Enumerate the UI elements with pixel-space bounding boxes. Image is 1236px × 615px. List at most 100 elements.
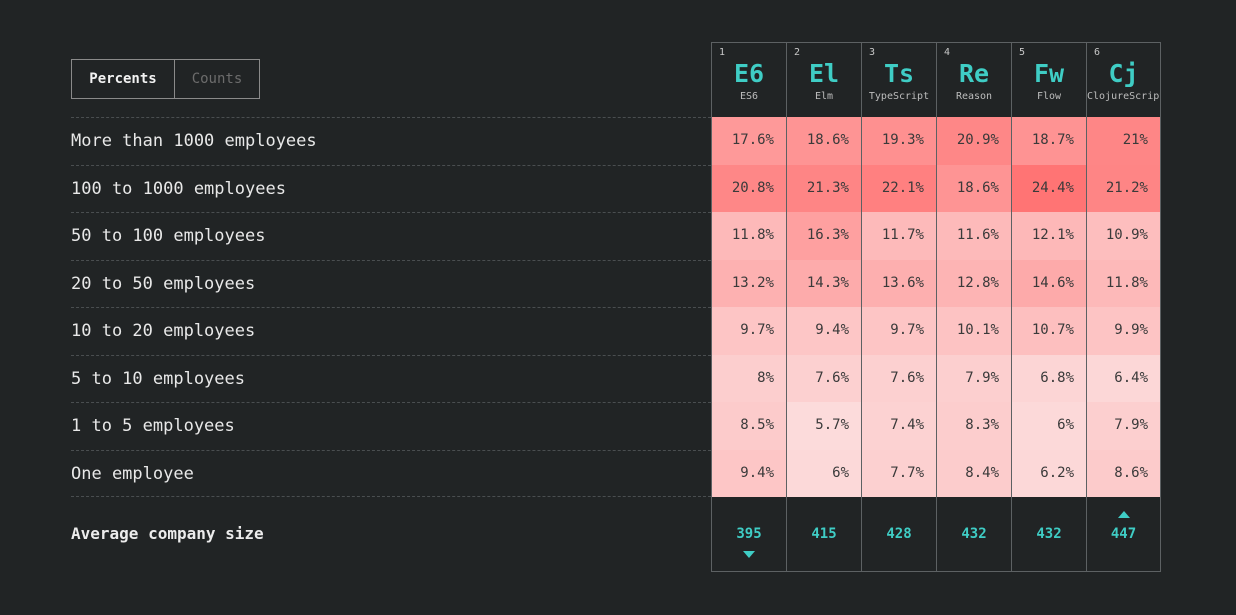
column-es6[interactable]: 1 E6 ES6 17.6% 20.8% 11.8% 13.2% 9.7% 8% 8.5% 9.4%… (711, 42, 786, 572)
heatmap-cell: 6% (787, 449, 861, 497)
average-company-size-label: Average company size (71, 524, 264, 543)
heatmap-cell: 17.6% (712, 117, 786, 165)
column-header[interactable]: 1 E6 ES6 (712, 42, 786, 117)
column-header[interactable]: 3 Ts TypeScript (862, 42, 936, 117)
average-value: 395 (736, 526, 762, 542)
heatmap-cell: 6% (1012, 402, 1086, 450)
heatmap-cell: 11.7% (862, 212, 936, 260)
average-cell: 395 (712, 497, 786, 572)
row-label: 50 to 100 employees (71, 212, 711, 260)
average-cell: 432 (937, 497, 1011, 572)
column-header[interactable]: 5 Fw Flow (1012, 42, 1086, 117)
heatmap-cell: 7.9% (1087, 402, 1160, 450)
column-rank: 2 (794, 47, 801, 58)
column-rank: 6 (1094, 47, 1101, 58)
heatmap-cell: 19.3% (862, 117, 936, 165)
average-cell: 447 (1087, 497, 1160, 572)
average-cell: 428 (862, 497, 936, 572)
column-rank: 4 (944, 47, 951, 58)
heatmap-cell: 7.6% (862, 354, 936, 402)
heatmap-cell: 12.1% (1012, 212, 1086, 260)
heatmap-cell: 8.6% (1087, 449, 1160, 497)
average-value: 432 (1036, 526, 1062, 542)
row-label: More than 1000 employees (71, 117, 711, 165)
column-rank: 1 (719, 47, 726, 58)
heatmap-cell: 18.6% (787, 117, 861, 165)
row-label: 20 to 50 employees (71, 259, 711, 308)
column-header[interactable]: 4 Re Reason (937, 42, 1011, 117)
heatmap-cell: 5.7% (787, 402, 861, 450)
heatmap-cell: 9.4% (712, 449, 786, 497)
heatmap-cell: 9.4% (787, 307, 861, 355)
row-label: 1 to 5 employees (71, 402, 711, 450)
view-toggle: Percents Counts (71, 59, 260, 99)
row-label: One employee (71, 449, 711, 497)
heatmap-cell: 8.5% (712, 402, 786, 450)
column-reason[interactable]: 4 Re Reason 20.9% 18.6% 11.6% 12.8% 10.1% 7.9% 8.… (936, 42, 1011, 572)
column-abbreviation: Cj (1108, 59, 1139, 88)
heatmap-cell: 8.4% (937, 449, 1011, 497)
row-label: 5 to 10 employees (71, 354, 711, 403)
heatmap-cell: 14.6% (1012, 259, 1086, 307)
average-cell: 432 (1012, 497, 1086, 572)
average-value: 432 (961, 526, 987, 542)
heatmap-cell: 13.2% (712, 259, 786, 307)
heatmap-cell: 10.9% (1087, 212, 1160, 260)
heatmap-cell: 9.7% (712, 307, 786, 355)
column-elm[interactable]: 2 El Elm 18.6% 21.3% 16.3% 14.3% 9.4% 7.6% 5.7% 6%… (786, 42, 861, 572)
average-value: 428 (886, 526, 912, 542)
heatmap-cell: 22.1% (862, 164, 936, 212)
counts-tab[interactable]: Counts (175, 60, 259, 98)
heatmap-cell: 7.9% (937, 354, 1011, 402)
heatmap-cell: 10.7% (1012, 307, 1086, 355)
heatmap-cell: 7.6% (787, 354, 861, 402)
column-abbreviation: Ts (883, 59, 915, 88)
column-name: ClojureScript (1087, 91, 1160, 102)
column-name: Flow (1036, 91, 1062, 102)
heatmap-cell: 14.3% (787, 259, 861, 307)
column-abbreviation: El (808, 59, 840, 88)
column-name: Reason (955, 91, 993, 102)
heatmap-cell: 21% (1087, 117, 1160, 165)
heatmap-cell: 7.4% (862, 402, 936, 450)
heatmap-cell: 20.9% (937, 117, 1011, 165)
heatmap-cell: 8% (712, 354, 786, 402)
row-label: 100 to 1000 employees (71, 164, 711, 213)
heatmap-cell: 24.4% (1012, 164, 1086, 212)
heatmap-cell: 11.8% (712, 212, 786, 260)
heatmap-cell: 16.3% (787, 212, 861, 260)
column-name: TypeScript (868, 91, 930, 102)
heatmap-cell: 10.1% (937, 307, 1011, 355)
max-arrow-up-icon (1118, 511, 1130, 518)
heatmap-cell: 18.7% (1012, 117, 1086, 165)
column-rank: 5 (1019, 47, 1026, 58)
heatmap-cell: 13.6% (862, 259, 936, 307)
heatmap-cell: 9.7% (862, 307, 936, 355)
column-header[interactable]: 6 Cj ClojureScript (1087, 42, 1160, 117)
column-clojurescript[interactable]: 6 Cj ClojureScript 21% 21.2% 10.9% 11.8% 9.9% 6.… (1086, 42, 1161, 572)
heatmap-cell: 20.8% (712, 164, 786, 212)
average-value: 415 (811, 526, 837, 542)
heatmap-cell: 6.4% (1087, 354, 1160, 402)
average-cell: 415 (787, 497, 861, 572)
column-abbreviation: Fw (1033, 59, 1065, 88)
column-rank: 3 (869, 47, 876, 58)
average-value: 447 (1110, 526, 1137, 542)
percents-tab[interactable]: Percents (72, 60, 175, 98)
column-abbreviation: E6 (733, 59, 765, 88)
column-name: ES6 (739, 91, 759, 102)
heatmap-cell: 7.7% (862, 449, 936, 497)
heatmap-cell: 18.6% (937, 164, 1011, 212)
column-typescript[interactable]: 3 Ts TypeScript 19.3% 22.1% 11.7% 13.6% 9.7% 7.6… (861, 42, 936, 572)
min-arrow-down-icon (743, 551, 755, 558)
column-header[interactable]: 2 El Elm (787, 42, 861, 117)
heatmap-cell: 6.8% (1012, 354, 1086, 402)
heatmap-cell: 6.2% (1012, 449, 1086, 497)
column-flow[interactable]: 5 Fw Flow 18.7% 24.4% 12.1% 14.6% 10.7% 6.8% 6% 6.… (1011, 42, 1086, 572)
heatmap-cell: 11.6% (937, 212, 1011, 260)
row-label: 10 to 20 employees (71, 307, 711, 355)
heatmap-cell: 21.2% (1087, 164, 1160, 212)
heatmap-cell: 12.8% (937, 259, 1011, 307)
heatmap-cell: 21.3% (787, 164, 861, 212)
heatmap-cell: 9.9% (1087, 307, 1160, 355)
